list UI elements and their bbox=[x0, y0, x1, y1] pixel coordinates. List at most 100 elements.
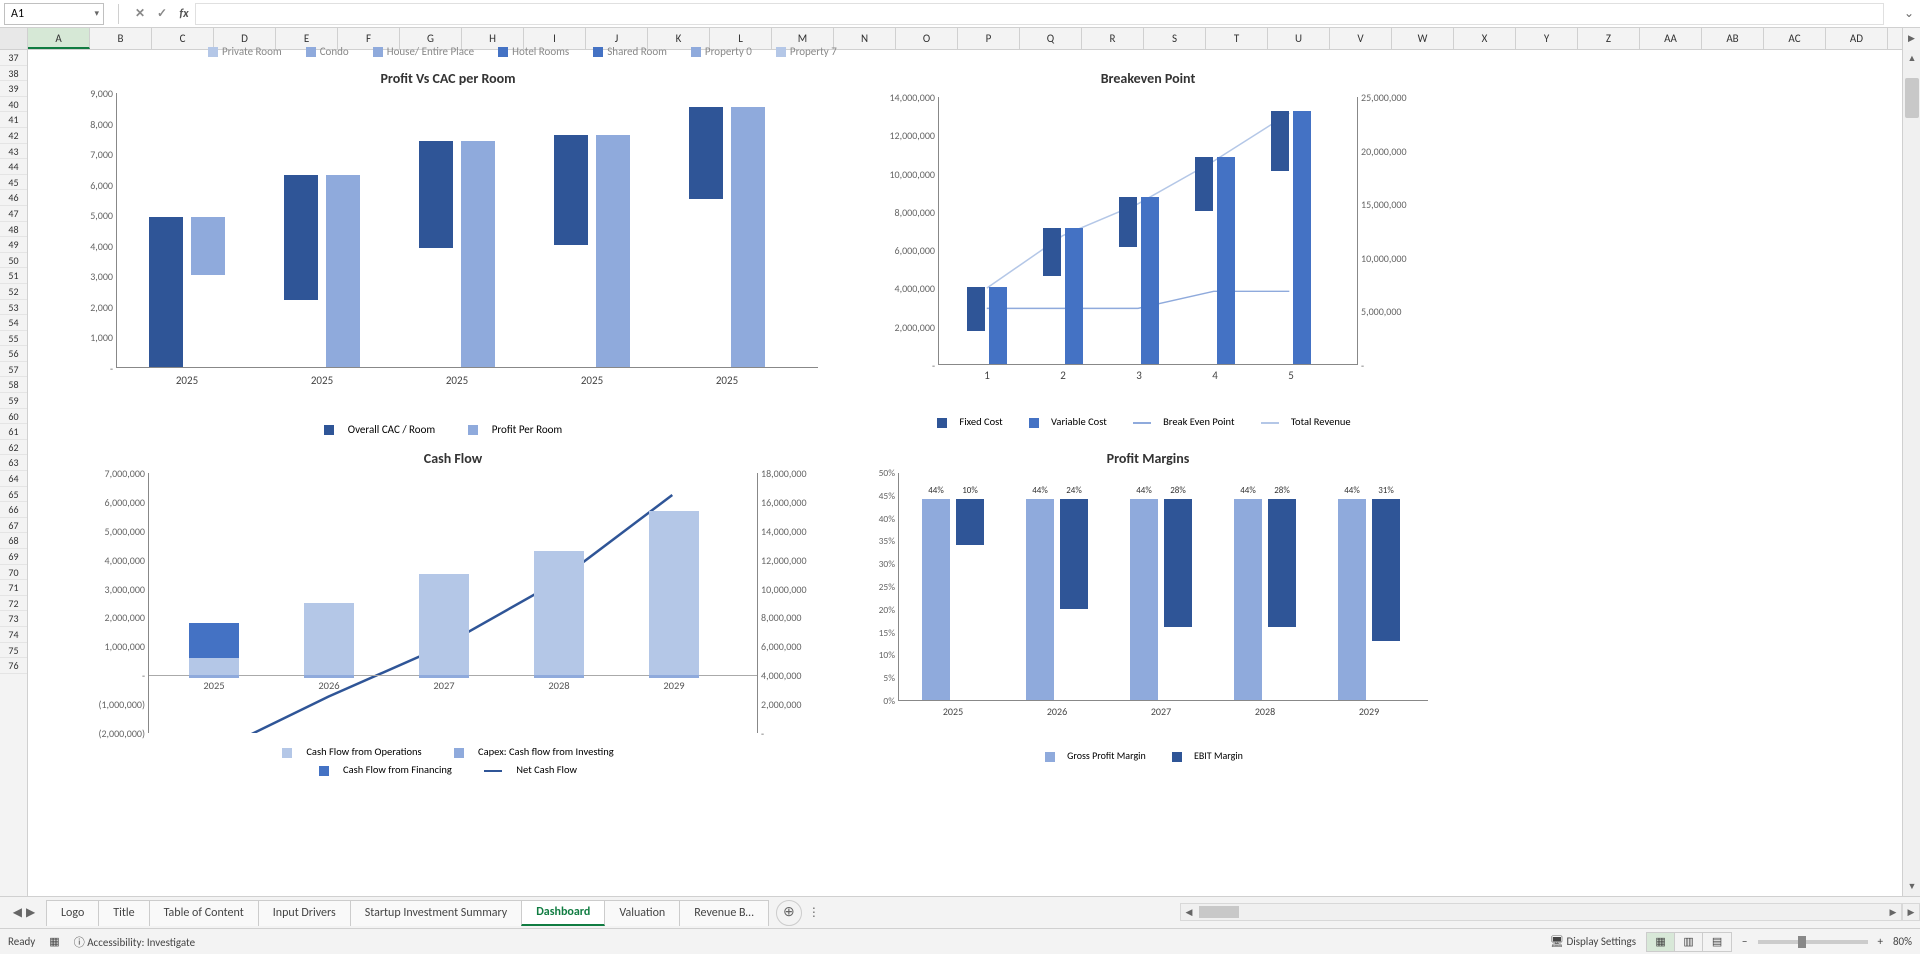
scroll-down-icon[interactable]: ▼ bbox=[1903, 878, 1920, 896]
view-normal-icon[interactable]: ▦ bbox=[1647, 933, 1675, 951]
row-header-41[interactable]: 41 bbox=[0, 112, 27, 128]
column-header-X[interactable]: X bbox=[1454, 28, 1516, 49]
scroll-up-icon[interactable]: ▲ bbox=[1903, 50, 1920, 68]
row-header-57[interactable]: 57 bbox=[0, 362, 27, 378]
column-header-P[interactable]: P bbox=[958, 28, 1020, 49]
macro-record-icon[interactable]: ▦ bbox=[49, 935, 59, 948]
row-header-71[interactable]: 71 bbox=[0, 580, 27, 596]
sheet-tab-valuation[interactable]: Valuation bbox=[604, 900, 680, 926]
sheet-tab-input-drivers[interactable]: Input Drivers bbox=[258, 900, 351, 926]
row-header-76[interactable]: 76 bbox=[0, 658, 27, 674]
column-header-Q[interactable]: Q bbox=[1020, 28, 1082, 49]
chart-cash-flow[interactable]: Cash Flow (2,000,000)(1,000,000)-1,000,0… bbox=[68, 450, 838, 790]
hscroll-thumb[interactable] bbox=[1199, 906, 1239, 918]
row-header-46[interactable]: 46 bbox=[0, 190, 27, 206]
row-header-49[interactable]: 49 bbox=[0, 237, 27, 253]
row-header-37[interactable]: 37 bbox=[0, 50, 27, 66]
zoom-in-button[interactable]: + bbox=[1878, 935, 1883, 948]
column-header-V[interactable]: V bbox=[1330, 28, 1392, 49]
row-header-60[interactable]: 60 bbox=[0, 409, 27, 425]
column-header-R[interactable]: R bbox=[1082, 28, 1144, 49]
worksheet-area[interactable]: Private RoomCondoHouse/ Entire PlaceHote… bbox=[28, 50, 1902, 896]
row-header-61[interactable]: 61 bbox=[0, 424, 27, 440]
sheet-tab-dashboard[interactable]: Dashboard bbox=[521, 900, 605, 926]
row-header-62[interactable]: 62 bbox=[0, 440, 27, 456]
cancel-formula-icon[interactable]: ✕ bbox=[129, 6, 151, 21]
tab-next-icon[interactable]: ▶ bbox=[26, 905, 35, 920]
row-header-67[interactable]: 67 bbox=[0, 518, 27, 534]
column-header-U[interactable]: U bbox=[1268, 28, 1330, 49]
sheet-tab-revenue-b-[interactable]: Revenue B… bbox=[679, 900, 769, 926]
column-header-N[interactable]: N bbox=[834, 28, 896, 49]
row-header-48[interactable]: 48 bbox=[0, 222, 27, 238]
row-header-70[interactable]: 70 bbox=[0, 565, 27, 581]
formula-input[interactable] bbox=[195, 3, 1884, 25]
row-header-43[interactable]: 43 bbox=[0, 144, 27, 160]
new-sheet-button[interactable]: ⊕ bbox=[776, 900, 802, 926]
enter-formula-icon[interactable]: ✓ bbox=[151, 6, 173, 21]
hscroll-right-icon[interactable]: ▶ bbox=[1885, 907, 1901, 918]
view-page-break-icon[interactable]: ▤ bbox=[1703, 933, 1731, 951]
row-header-75[interactable]: 75 bbox=[0, 643, 27, 659]
column-header-A[interactable]: A bbox=[28, 28, 90, 49]
vertical-scrollbar[interactable]: ▲ ▼ bbox=[1902, 50, 1920, 896]
row-header-53[interactable]: 53 bbox=[0, 300, 27, 316]
accessibility-button[interactable]: ⓘ Accessibility: Investigate bbox=[74, 934, 195, 950]
row-header-58[interactable]: 58 bbox=[0, 377, 27, 393]
horizontal-scrollbar[interactable]: ◀ ▶ bbox=[1180, 903, 1902, 921]
row-header-50[interactable]: 50 bbox=[0, 253, 27, 269]
column-header-Y[interactable]: Y bbox=[1516, 28, 1578, 49]
formula-expand-icon[interactable]: ⌄ bbox=[1902, 6, 1916, 21]
zoom-out-button[interactable]: − bbox=[1742, 935, 1747, 948]
row-header-39[interactable]: 39 bbox=[0, 81, 27, 97]
column-header-B[interactable]: B bbox=[90, 28, 152, 49]
row-header-69[interactable]: 69 bbox=[0, 549, 27, 565]
column-header-C[interactable]: C bbox=[152, 28, 214, 49]
row-header-38[interactable]: 38 bbox=[0, 66, 27, 82]
column-header-T[interactable]: T bbox=[1206, 28, 1268, 49]
row-header-40[interactable]: 40 bbox=[0, 97, 27, 113]
row-header-42[interactable]: 42 bbox=[0, 128, 27, 144]
column-header-AC[interactable]: AC bbox=[1764, 28, 1826, 49]
column-header-AD[interactable]: AD bbox=[1826, 28, 1888, 49]
row-header-66[interactable]: 66 bbox=[0, 502, 27, 518]
tab-nav[interactable]: ◀▶ bbox=[6, 905, 42, 920]
sheet-tab-logo[interactable]: Logo bbox=[46, 900, 99, 926]
row-header-74[interactable]: 74 bbox=[0, 627, 27, 643]
display-settings-button[interactable]: 🖥 Display Settings bbox=[1550, 935, 1636, 948]
row-header-47[interactable]: 47 bbox=[0, 206, 27, 222]
column-header-S[interactable]: S bbox=[1144, 28, 1206, 49]
hscroll-left-icon[interactable]: ◀ bbox=[1181, 907, 1197, 918]
scroll-columns-right-icon[interactable]: ▶ bbox=[1902, 28, 1920, 50]
hscroll-end-icon[interactable]: ▶ bbox=[1902, 903, 1920, 921]
row-header-68[interactable]: 68 bbox=[0, 533, 27, 549]
row-header-72[interactable]: 72 bbox=[0, 596, 27, 612]
zoom-level[interactable]: 80% bbox=[1893, 935, 1912, 948]
sheet-tab-table-of-content[interactable]: Table of Content bbox=[149, 900, 259, 926]
column-header-Z[interactable]: Z bbox=[1578, 28, 1640, 49]
row-header-54[interactable]: 54 bbox=[0, 315, 27, 331]
tab-overflow-icon[interactable]: ⋮ bbox=[808, 905, 820, 920]
column-header-W[interactable]: W bbox=[1392, 28, 1454, 49]
chart-profit-margins[interactable]: Profit Margins 0%5%10%15%20%25%30%35%40%… bbox=[858, 450, 1438, 790]
sheet-tab-startup-investment-summary[interactable]: Startup Investment Summary bbox=[350, 900, 523, 926]
row-header-56[interactable]: 56 bbox=[0, 346, 27, 362]
zoom-slider[interactable] bbox=[1758, 940, 1868, 944]
select-all-corner[interactable] bbox=[0, 28, 28, 49]
chart-breakeven[interactable]: Breakeven Point -2,000,0004,000,0006,000… bbox=[858, 70, 1438, 450]
sheet-tab-title[interactable]: Title bbox=[98, 900, 149, 926]
row-header-52[interactable]: 52 bbox=[0, 284, 27, 300]
zoom-knob[interactable] bbox=[1798, 936, 1806, 948]
chart-profit-vs-cac[interactable]: Profit Vs CAC per Room -1,0002,0003,0004… bbox=[68, 70, 828, 450]
name-box[interactable]: A1 bbox=[4, 3, 104, 25]
row-header-45[interactable]: 45 bbox=[0, 175, 27, 191]
row-header-55[interactable]: 55 bbox=[0, 331, 27, 347]
row-header-65[interactable]: 65 bbox=[0, 487, 27, 503]
row-header-73[interactable]: 73 bbox=[0, 611, 27, 627]
row-header-44[interactable]: 44 bbox=[0, 159, 27, 175]
row-header-64[interactable]: 64 bbox=[0, 471, 27, 487]
tab-prev-icon[interactable]: ◀ bbox=[13, 905, 22, 920]
row-header-59[interactable]: 59 bbox=[0, 393, 27, 409]
column-header-AA[interactable]: AA bbox=[1640, 28, 1702, 49]
row-header-51[interactable]: 51 bbox=[0, 268, 27, 284]
